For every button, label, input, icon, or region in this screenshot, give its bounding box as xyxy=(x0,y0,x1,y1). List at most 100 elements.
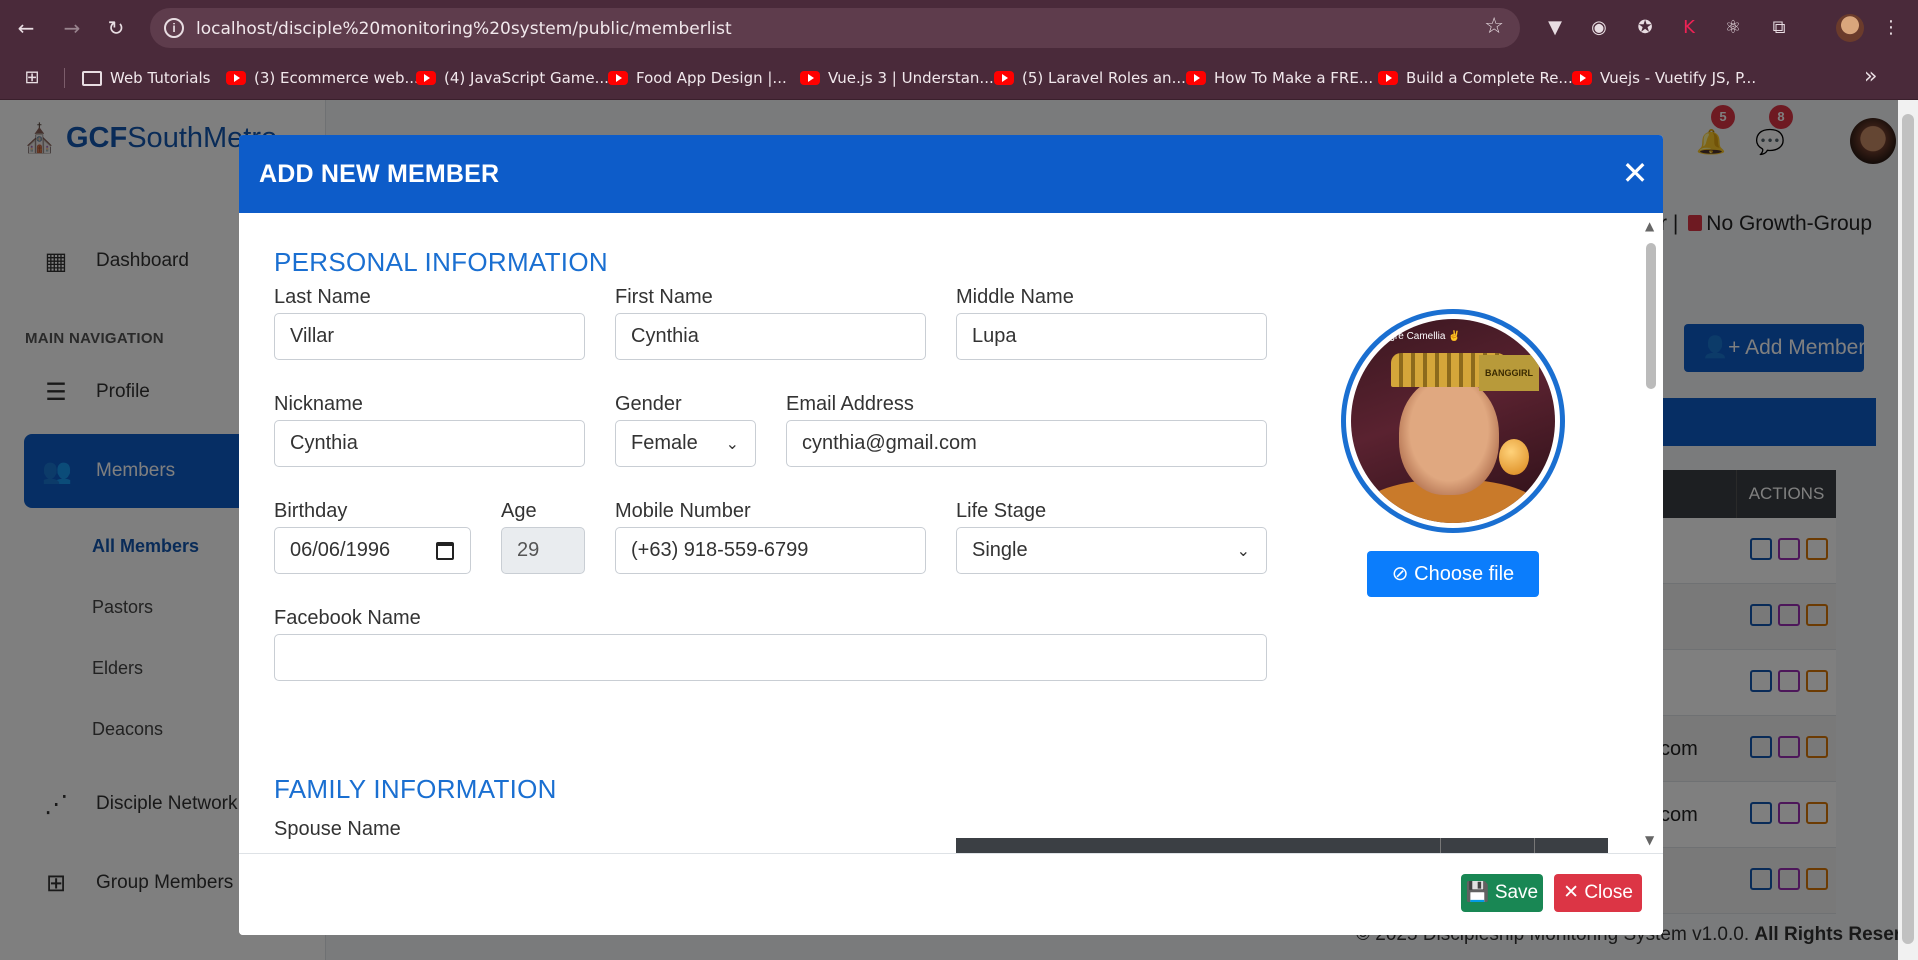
address-bar-url[interactable]: localhost/disciple%20monitoring%20system… xyxy=(196,19,732,39)
middle-name-label: Middle Name xyxy=(956,286,1074,308)
gender-select[interactable]: Female ⌄ xyxy=(615,420,756,467)
bookmark-item[interactable]: Vue.js 3 | Understan... xyxy=(800,67,994,89)
facebook-name-input[interactable] xyxy=(274,634,1267,681)
k-extension-icon[interactable]: K xyxy=(1676,15,1702,41)
bookmark-label: (4) JavaScript Game... xyxy=(444,69,609,87)
bookmarks-overflow-icon[interactable]: » xyxy=(1864,64,1877,89)
save-label: Save xyxy=(1494,882,1539,903)
vue-devtools-icon[interactable]: ▼ xyxy=(1542,15,1568,41)
close-label: Close xyxy=(1584,882,1633,903)
life-stage-select[interactable]: Single ⌄ xyxy=(956,527,1267,574)
birthday-input[interactable]: 06/06/1996 xyxy=(274,527,471,574)
birthday-label: Birthday xyxy=(274,500,348,522)
family-information-heading: FAMILY INFORMATION xyxy=(274,774,557,804)
page-scrollbar-thumb[interactable] xyxy=(1902,114,1914,944)
youtube-icon xyxy=(226,71,246,85)
close-icon: ✕ xyxy=(1563,882,1585,903)
modal-footer: 💾 Save ✕ Close xyxy=(239,853,1663,935)
gender-label: Gender xyxy=(615,393,682,415)
spouse-name-label: Spouse Name xyxy=(274,818,401,840)
close-button[interactable]: ✕ Close xyxy=(1554,874,1642,912)
last-name-input[interactable]: Villar xyxy=(274,313,585,360)
member-photo: BANGGIRL ...gre Camellia ✌ xyxy=(1351,319,1555,523)
react-icon[interactable]: ⚛ xyxy=(1720,15,1746,41)
member-photo-frame: BANGGIRL ...gre Camellia ✌ xyxy=(1341,309,1565,533)
floppy-disk-icon: 💾 xyxy=(1465,882,1495,903)
bookmark-label: (3) Ecommerce web... xyxy=(254,69,419,87)
folder-icon xyxy=(82,70,102,86)
mobile-number-input[interactable]: (+63) 918-559-6799 xyxy=(615,527,926,574)
app-page: ⛪ GCFSouthMetro ▦ Dashboard MAIN NAVIGAT… xyxy=(0,100,1918,960)
add-member-modal: ADD NEW MEMBER ✕ PERSONAL INFORMATION La… xyxy=(239,135,1663,935)
modal-scrollbar[interactable]: ▲ ▼ xyxy=(1643,219,1659,849)
middle-name-input[interactable]: Lupa xyxy=(956,313,1267,360)
youtube-icon xyxy=(800,71,820,85)
bookmark-label: How To Make a FRE... xyxy=(1214,69,1374,87)
photo-tag: BANGGIRL xyxy=(1479,355,1539,391)
extensions-puzzle-icon[interactable]: ⧉ xyxy=(1766,15,1792,41)
email-label: Email Address xyxy=(786,393,914,415)
life-stage-label: Life Stage xyxy=(956,500,1047,522)
personal-information-heading: PERSONAL INFORMATION xyxy=(274,247,608,277)
nickname-input[interactable]: Cynthia xyxy=(274,420,585,467)
email-input[interactable]: cynthia@gmail.com xyxy=(786,420,1267,467)
facebook-name-label: Facebook Name xyxy=(274,607,421,629)
bookmarks-bar: ⊞ Web Tutorials (3) Ecommerce web... (4)… xyxy=(0,56,1918,100)
apps-grid-icon[interactable]: ⊞ xyxy=(20,66,44,90)
extension-grey-icon[interactable]: ◉ xyxy=(1586,15,1612,41)
bookmark-item[interactable]: (3) Ecommerce web... xyxy=(226,67,419,89)
bookmark-label: Web Tutorials xyxy=(110,69,211,87)
save-button[interactable]: 💾 Save xyxy=(1461,874,1543,912)
browser-toolbar: ← → ↻ i localhost/disciple%20monitoring%… xyxy=(0,0,1918,56)
first-name-input[interactable]: Cynthia xyxy=(615,313,926,360)
chevron-down-icon: ⌄ xyxy=(1236,541,1250,560)
youtube-icon xyxy=(994,71,1014,85)
bookmark-item[interactable]: (4) JavaScript Game... xyxy=(416,67,609,89)
youtube-icon xyxy=(1186,71,1206,85)
last-name-label: Last Name xyxy=(274,286,371,308)
youtube-icon xyxy=(1572,71,1592,85)
bookmark-item[interactable]: Build a Complete Re... xyxy=(1378,67,1573,89)
bookmark-item[interactable]: How To Make a FRE... xyxy=(1186,67,1373,89)
nickname-label: Nickname xyxy=(274,393,363,415)
bookmark-folder[interactable]: Web Tutorials xyxy=(82,67,210,89)
age-label: Age xyxy=(501,500,537,522)
site-info-icon[interactable]: i xyxy=(164,18,184,38)
photo-gem xyxy=(1499,439,1529,475)
browser-profile-avatar[interactable] xyxy=(1836,14,1864,42)
gender-value: Female xyxy=(631,432,698,454)
bookmark-item[interactable]: (5) Laravel Roles an... xyxy=(994,67,1186,89)
age-input: 29 xyxy=(501,527,585,574)
cookie-icon[interactable]: ✪ xyxy=(1632,15,1658,41)
modal-scrollbar-thumb[interactable] xyxy=(1646,243,1656,389)
modal-header: ADD NEW MEMBER ✕ xyxy=(239,135,1663,213)
modal-body: PERSONAL INFORMATION Last Name Villar Fi… xyxy=(239,213,1663,853)
forward-arrow-icon[interactable]: → xyxy=(58,14,86,42)
bookmark-label: Vue.js 3 | Understan... xyxy=(828,69,994,87)
bookmark-star-icon[interactable]: ☆ xyxy=(1484,14,1504,39)
scroll-down-icon[interactable]: ▼ xyxy=(1645,833,1654,847)
life-stage-value: Single xyxy=(972,539,1028,561)
bookmark-item[interactable]: Vuejs - Vuetify JS, P... xyxy=(1572,67,1756,89)
bookmark-label: Build a Complete Re... xyxy=(1406,69,1573,87)
page-scrollbar[interactable] xyxy=(1898,100,1918,960)
choose-file-button[interactable]: ⊘ Choose file xyxy=(1367,551,1539,597)
youtube-icon xyxy=(1378,71,1398,85)
youtube-icon xyxy=(608,71,628,85)
calendar-icon[interactable] xyxy=(436,542,454,560)
bookmark-label: Food App Design |... xyxy=(636,69,787,87)
scroll-up-icon[interactable]: ▲ xyxy=(1645,219,1654,233)
bookmark-item[interactable]: Food App Design |... xyxy=(608,67,787,89)
modal-title: ADD NEW MEMBER xyxy=(259,160,500,188)
table-col-divider xyxy=(1534,838,1535,853)
family-table-header xyxy=(956,838,1608,853)
bookmark-label: (5) Laravel Roles an... xyxy=(1022,69,1186,87)
close-icon[interactable]: ✕ xyxy=(1619,157,1651,189)
address-bar[interactable]: i localhost/disciple%20monitoring%20syst… xyxy=(150,8,1520,48)
choose-file-label: Choose file xyxy=(1414,563,1515,585)
reload-icon[interactable]: ↻ xyxy=(102,14,130,42)
browser-menu-icon[interactable]: ⋮ xyxy=(1878,15,1904,41)
back-arrow-icon[interactable]: ← xyxy=(12,14,40,42)
photo-caption: ...gre Camellia ✌ xyxy=(1381,331,1461,342)
paperclip-icon: ⊘ xyxy=(1391,563,1415,585)
